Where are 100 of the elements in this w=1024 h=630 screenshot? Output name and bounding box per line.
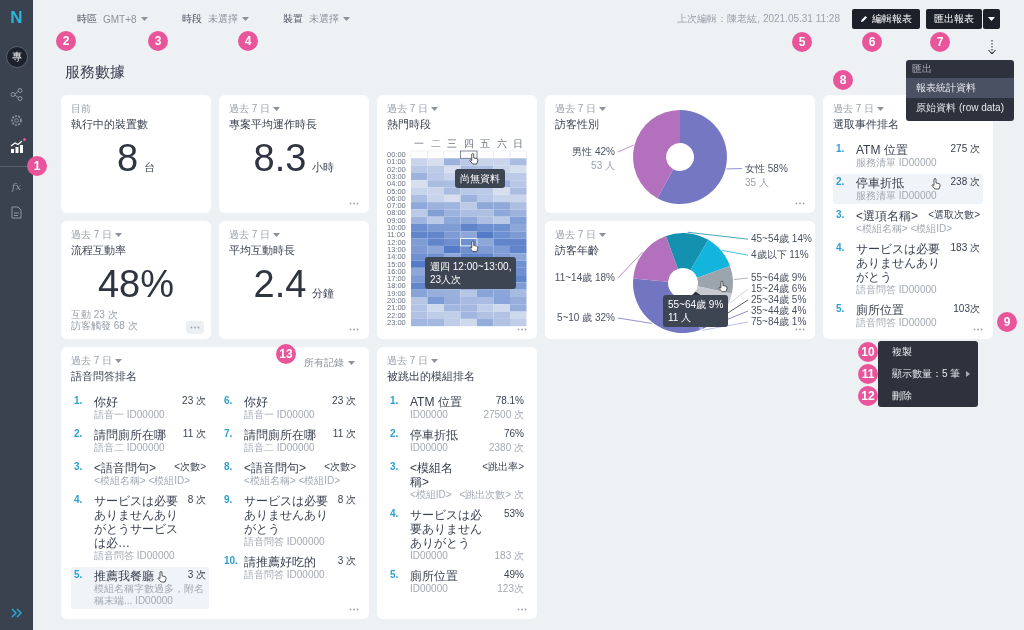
item-value: 53% — [503, 508, 524, 521]
leader-line — [733, 277, 749, 280]
chart-label: 5~10 歲 32% — [556, 312, 615, 323]
menu-item[interactable]: 報表統計資料 — [906, 78, 1014, 98]
menu-item[interactable]: 顯示數量：5 筆 — [878, 363, 978, 385]
ranking-item[interactable]: 5. 推薦我餐廳 3 次 模組名稱字數過多，附名稱末端... ID00000 — [71, 567, 209, 609]
period-label: 目前 — [71, 103, 91, 115]
item-name: <模組名稱> — [410, 461, 454, 489]
item-name: 請問廁所在哪 — [244, 428, 316, 442]
item-subtitle: 服務清單 ID00000 — [856, 157, 938, 169]
stat-note: 訪客觸發 68 次 — [71, 320, 138, 331]
ranking-item[interactable]: 4. サービスは必要ありませんありがとう 53% ID00000 183 次 — [387, 506, 527, 564]
item-value: <次數> — [174, 461, 206, 474]
more-icon — [349, 328, 359, 331]
ranking-item[interactable]: 2. 停車折抵 76% ID00000 2380 次 — [387, 426, 527, 456]
chart-label: 45~54歲 14% — [751, 233, 812, 245]
card-title: 執行中的裝置數 — [71, 117, 148, 131]
item-value: 3 次 — [187, 569, 206, 582]
axis-label: 三 — [447, 138, 458, 149]
export-report-button[interactable]: 匯出報表 — [926, 9, 982, 29]
tooltip-text: 11 人 — [668, 311, 692, 324]
settings-nav-icon[interactable] — [8, 112, 25, 129]
caret-icon — [140, 17, 148, 21]
item-subtitle: ID00000 — [410, 409, 449, 421]
formula-nav-item[interactable]: fx — [9, 178, 24, 195]
ranking-item[interactable]: 8. <語音問句> <次數> <模組名稱> <模組ID> — [221, 459, 359, 489]
leader-line — [617, 251, 643, 279]
menu-item[interactable]: 原始資料 (row data) — [906, 98, 1014, 118]
more-icon — [190, 326, 200, 329]
item-subtitle: <模組名稱> <模組ID> — [94, 475, 192, 487]
ranking-item[interactable]: 4. サービスは必要ありませんありがとう 183 次 語音問答 ID00000 — [833, 240, 983, 298]
stat-value: 2.4 — [253, 262, 307, 307]
ranking-item[interactable]: 1. ATM 位置 78.1% ID00000 27500 次 — [387, 393, 527, 423]
item-subtitle: 語音問答 ID00000 — [856, 284, 938, 296]
more-button[interactable] — [186, 321, 204, 334]
chart-label: 男性 42% — [572, 146, 615, 157]
card-title: 訪客年齡 — [555, 243, 599, 257]
item-name: サービスは必要ありませんありがとう — [244, 494, 329, 536]
filter-label: 時段 — [181, 12, 202, 26]
stat-value: 8.3 — [253, 136, 307, 181]
ranking-item[interactable]: 10. 請推薦好吃的 3 次 語音問答 ID00000 — [221, 553, 359, 583]
more-icon — [349, 608, 359, 611]
caret-icon — [342, 17, 350, 21]
item-subvalue: 27500 次 — [483, 409, 524, 421]
ranking-item[interactable]: 9. サービスは必要ありませんありがとう 8 次 語音問答 ID00000 — [221, 492, 359, 550]
item-subtitle: ID00000 — [410, 442, 449, 454]
rank-number: 4. — [74, 494, 84, 507]
leader-line — [721, 249, 749, 256]
menu-header: 匯出 — [911, 62, 934, 76]
annotation-marker: 11 — [858, 364, 878, 384]
item-value: 11 次 — [332, 428, 356, 441]
rank-number: 8. — [224, 461, 234, 474]
stat-value: 48% — [97, 262, 175, 307]
annotation-marker: 7 — [930, 32, 950, 52]
chart-count: 53 人 — [591, 160, 615, 171]
avatar[interactable]: 專 — [5, 46, 28, 68]
item-subvalue: 2380 次 — [488, 442, 524, 454]
menu-item[interactable]: 複製 — [878, 341, 978, 363]
ranking-item[interactable]: 3. <語音問句> <次數> <模組名稱> <模組ID> — [71, 459, 209, 489]
menu-item[interactable]: 刪除 — [878, 385, 978, 407]
ranking-item[interactable]: 4. サービスは必要ありませんありがとうサービスは必… 8 次 語音問答 ID00000 — [71, 492, 209, 564]
expand-icon[interactable] — [10, 608, 23, 618]
rank-number: 2. — [390, 428, 400, 441]
card-title: 被跳出的模組排名 — [387, 369, 475, 383]
ranking-item[interactable]: 2. 停車折抵 238 次 服務清單 ID00000 — [833, 174, 983, 204]
card-title: 流程互動率 — [71, 243, 126, 257]
hand-cursor-icon — [469, 240, 479, 252]
stat-unit: 台 — [144, 160, 156, 175]
leader-line — [617, 144, 634, 153]
chart-label: 75~84歲 1% — [751, 316, 807, 327]
ranking-item[interactable]: 3. <選項名稱> <選取次數> <模組名稱> <模組ID> — [833, 207, 983, 237]
share-nav-icon[interactable] — [8, 86, 25, 103]
item-name: サービスは必要ありませんありがとうサービスは必… — [94, 494, 179, 550]
item-name: 推薦我餐廳 — [94, 569, 154, 583]
rank-number: 6. — [224, 395, 234, 408]
caret-icon — [115, 359, 123, 363]
document-nav-icon[interactable] — [9, 204, 24, 221]
item-name: 請問廁所在哪 — [94, 428, 166, 442]
rank-number: 9. — [224, 494, 234, 507]
caret-icon — [988, 17, 995, 21]
item-value: 275 次 — [950, 143, 980, 156]
card-title: 熱門時段 — [387, 117, 431, 131]
ranking-item[interactable]: 1. ATM 位置 275 次 服務清單 ID00000 — [833, 141, 983, 171]
rank-number: 5. — [390, 569, 400, 582]
item-subtitle: <模組ID> — [410, 489, 453, 501]
ranking-item[interactable]: 5. 廁所位置 103次 語音問答 ID00000 — [833, 301, 983, 331]
card-title: 平均互動時長 — [229, 243, 295, 257]
annotation-marker: 8 — [833, 70, 853, 90]
rank-number: 1. — [836, 143, 846, 156]
item-name: 你好 — [94, 395, 118, 409]
edit-report-button[interactable]: 編輯報表 — [852, 9, 920, 29]
axis-label: 六 — [496, 138, 507, 149]
submenu-arrow-icon — [966, 371, 970, 377]
item-name: サービスは必要ありませんありがとう — [410, 508, 483, 550]
ranking-item[interactable]: 3. <模組名稱> <跳出率> <模組ID> <跳出次數> 次 — [387, 459, 527, 503]
ranking-item[interactable]: 5. 廁所位置 49% ID00000 123次 — [387, 567, 527, 597]
caret-icon — [241, 17, 249, 21]
rank-number: 5. — [836, 303, 846, 316]
more-icon — [349, 202, 359, 205]
export-dropdown-button[interactable] — [983, 9, 1000, 29]
